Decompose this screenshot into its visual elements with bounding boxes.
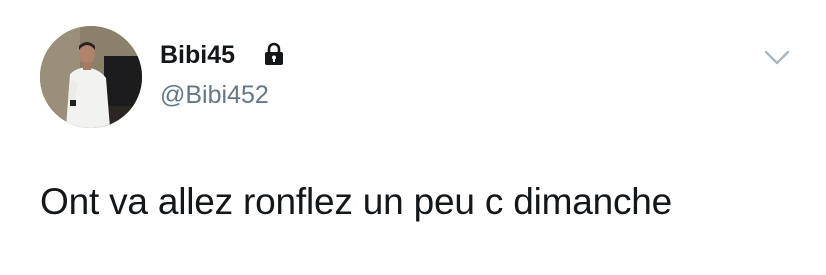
avatar-photo	[40, 26, 142, 128]
lock-icon	[265, 42, 283, 65]
display-name[interactable]: Bibi45	[160, 40, 235, 70]
avatar[interactable]	[40, 26, 142, 128]
chevron-down-icon[interactable]	[762, 46, 792, 70]
tweet-card: Bibi45 @Bibi452 Ont va allez ronflez un …	[0, 0, 826, 275]
user-handle[interactable]: @Bibi452	[160, 80, 269, 110]
tweet-text: Ont va allez ronflez un peu c dimanche	[40, 181, 673, 222]
